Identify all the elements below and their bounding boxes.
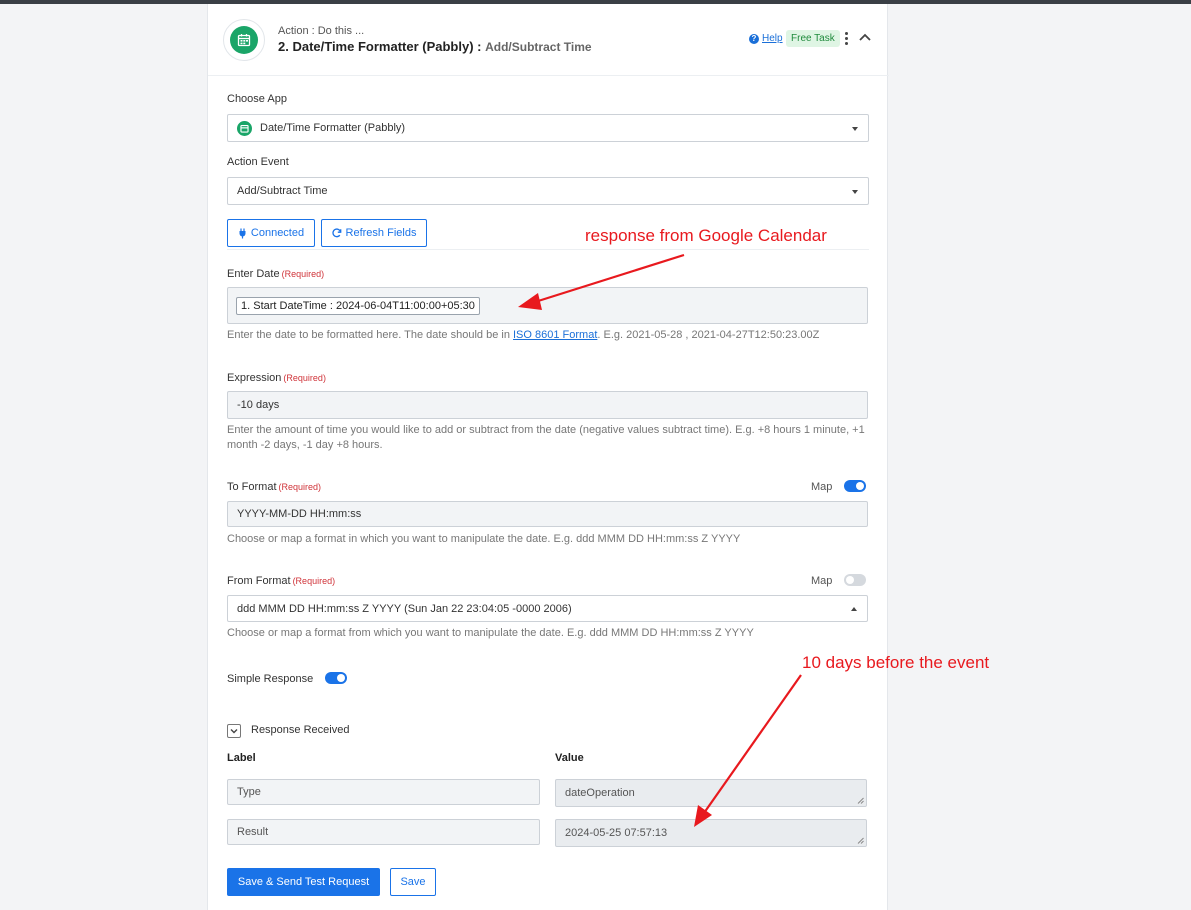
arrow-bottom: [694, 674, 802, 827]
annotation-arrows: [518, 253, 802, 827]
arrow-top: [518, 253, 685, 310]
